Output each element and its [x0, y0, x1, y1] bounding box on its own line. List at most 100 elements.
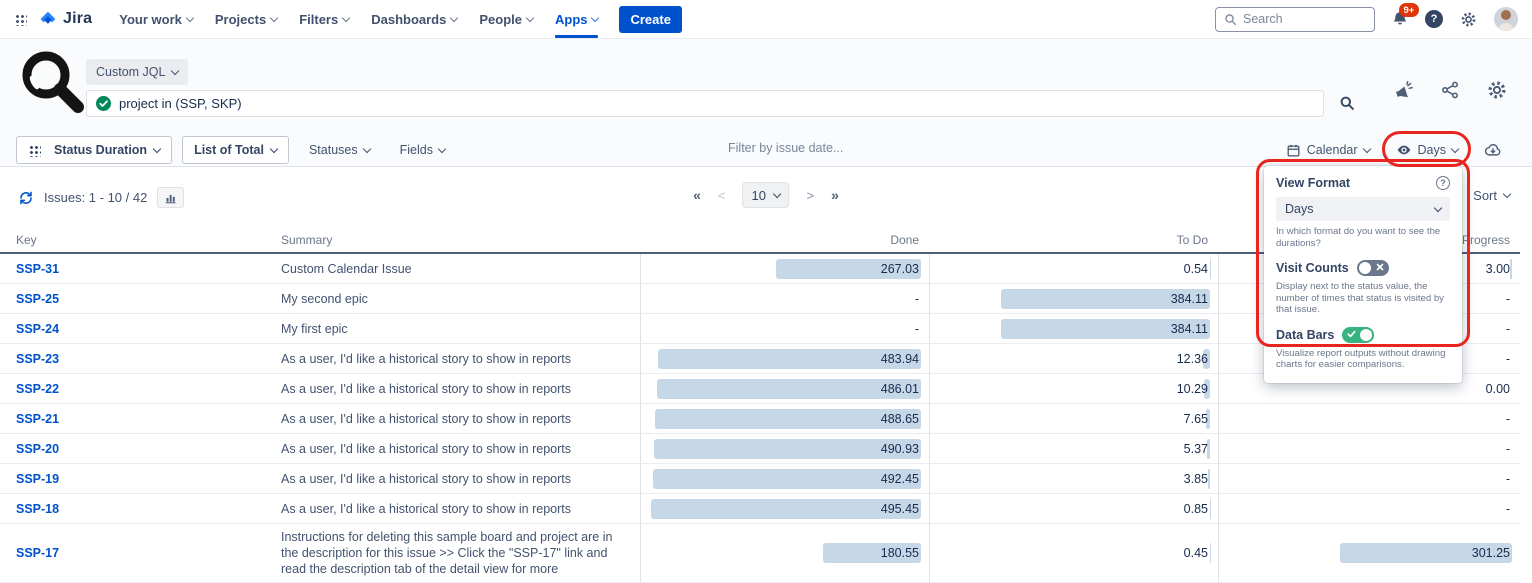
chevron-down-icon: [362, 144, 370, 152]
page-size-select[interactable]: 10: [743, 182, 790, 208]
jql-query-box[interactable]: [86, 90, 1324, 117]
table-row: SSP-20 As a user, I'd like a historical …: [0, 434, 1520, 464]
in-progress-duration-cell: -: [1218, 434, 1520, 463]
done-duration-cell: 486.01: [640, 374, 929, 403]
refresh-icon[interactable]: [18, 190, 34, 206]
issue-key[interactable]: SSP-20: [0, 442, 265, 456]
toggle-cross-icon: [1376, 263, 1384, 271]
data-bars-label: Data Bars: [1276, 328, 1334, 342]
issue-key[interactable]: SSP-18: [0, 502, 265, 516]
todo-duration-cell: 0.85: [929, 494, 1218, 523]
issue-key[interactable]: SSP-25: [0, 292, 265, 306]
todo-data-bar: [1208, 469, 1210, 489]
nav-your-work[interactable]: Your work: [110, 0, 202, 38]
jql-mode-button[interactable]: Custom JQL: [86, 59, 188, 85]
global-search[interactable]: [1215, 7, 1375, 32]
search-icon: [1224, 13, 1237, 26]
visit-counts-help: Display next to the status value, the nu…: [1276, 281, 1450, 316]
visit-counts-toggle[interactable]: [1357, 260, 1389, 276]
view-settings-popup: View Format Days In which format do you …: [1264, 166, 1462, 383]
share-icon[interactable]: [1440, 80, 1460, 100]
table-row: SSP-17 Instructions for deleting this sa…: [0, 524, 1520, 583]
sort-menu[interactable]: Sort: [1473, 188, 1510, 203]
user-avatar[interactable]: [1494, 7, 1518, 31]
export-cloud-download-icon[interactable]: [1484, 141, 1502, 159]
done-duration-cell: 483.94: [640, 344, 929, 373]
report-grid-icon: [28, 144, 41, 157]
in-progress-duration-cell: -: [1218, 404, 1520, 433]
pagination-next-button[interactable]: >: [807, 188, 815, 203]
chevron-down-icon: [270, 13, 278, 21]
issue-summary: As a user, I'd like a historical story t…: [265, 436, 640, 462]
eye-icon: [1396, 142, 1412, 158]
announcement-megaphone-icon[interactable]: [1393, 80, 1414, 101]
issue-key[interactable]: SSP-31: [0, 262, 265, 276]
brand-name: Jira: [63, 10, 92, 28]
app-switcher-icon[interactable]: [14, 13, 27, 26]
chevron-down-icon: [342, 13, 350, 21]
view-format-menu[interactable]: Days: [1396, 142, 1458, 158]
toggle-check-icon: [1347, 330, 1356, 338]
help-question-icon[interactable]: [1436, 176, 1450, 190]
pagination-last-button[interactable]: »: [831, 187, 839, 203]
done-duration-cell: 495.45: [640, 494, 929, 523]
jira-logo[interactable]: Jira: [37, 9, 92, 30]
statuses-menu[interactable]: Statuses: [299, 143, 380, 157]
done-duration-cell: 180.55: [640, 524, 929, 582]
nav-apps[interactable]: Apps: [546, 0, 608, 38]
in-progress-data-bar: [1510, 259, 1512, 279]
jql-query-input[interactable]: [119, 96, 1314, 111]
col-header-done[interactable]: Done: [640, 233, 929, 247]
chevron-down-icon: [186, 13, 194, 21]
issue-summary: My second epic: [265, 286, 640, 312]
view-format-select[interactable]: Days: [1276, 197, 1450, 221]
create-button[interactable]: Create: [619, 6, 681, 33]
issue-date-filter-input[interactable]: [728, 141, 928, 155]
todo-duration-cell: 0.54: [929, 254, 1218, 283]
issue-key[interactable]: SSP-23: [0, 352, 265, 366]
nav-people[interactable]: People: [470, 0, 542, 38]
report-toolbar: Status Duration List of Total Statuses F…: [0, 132, 1532, 168]
todo-duration-cell: 384.11: [929, 314, 1218, 343]
run-query-search-icon[interactable]: [1339, 95, 1355, 111]
settings-gear-icon[interactable]: [1459, 10, 1478, 29]
data-bars-toggle[interactable]: [1342, 327, 1374, 343]
pagination-first-button[interactable]: «: [693, 187, 701, 203]
col-header-key[interactable]: Key: [0, 233, 265, 247]
fields-menu[interactable]: Fields: [390, 143, 455, 157]
report-settings-gear-icon[interactable]: [1486, 79, 1508, 101]
issue-key[interactable]: SSP-21: [0, 412, 265, 426]
notifications-button[interactable]: 9+: [1391, 10, 1409, 28]
pagination-prev-button[interactable]: <: [718, 188, 726, 203]
col-header-summary[interactable]: Summary: [265, 233, 640, 247]
nav-projects[interactable]: Projects: [206, 0, 286, 38]
table-row: SSP-21 As a user, I'd like a historical …: [0, 404, 1520, 434]
table-row: SSP-18 As a user, I'd like a historical …: [0, 494, 1520, 524]
in-progress-duration-cell: 301.25: [1218, 524, 1520, 582]
notifications-badge: 9+: [1399, 3, 1419, 17]
issue-key[interactable]: SSP-17: [0, 546, 265, 560]
todo-duration-cell: 0.45: [929, 524, 1218, 582]
jira-mark-icon: [37, 9, 58, 30]
chart-view-button[interactable]: [157, 187, 184, 208]
issue-key[interactable]: SSP-24: [0, 322, 265, 336]
top-navigation: Jira Your work Projects Filters Dashboar…: [0, 0, 1532, 38]
chevron-down-icon: [270, 144, 278, 152]
help-icon[interactable]: [1425, 10, 1443, 28]
calendar-menu[interactable]: Calendar: [1286, 143, 1370, 158]
col-header-todo[interactable]: To Do: [929, 233, 1218, 247]
todo-duration-cell: 5.37: [929, 434, 1218, 463]
issue-key[interactable]: SSP-22: [0, 382, 265, 396]
toggle-knob: [1360, 329, 1372, 341]
nav-dashboards[interactable]: Dashboards: [362, 0, 466, 38]
issue-key[interactable]: SSP-19: [0, 472, 265, 486]
query-valid-check-icon: [96, 96, 111, 111]
chevron-down-icon: [1362, 144, 1370, 152]
chevron-down-icon: [591, 13, 599, 21]
global-search-input[interactable]: [1243, 12, 1353, 26]
nav-filters[interactable]: Filters: [290, 0, 358, 38]
chevron-down-icon: [773, 189, 781, 197]
in-progress-duration-cell: -: [1218, 494, 1520, 523]
report-type-button[interactable]: Status Duration: [16, 136, 172, 164]
view-mode-button[interactable]: List of Total: [182, 136, 289, 164]
